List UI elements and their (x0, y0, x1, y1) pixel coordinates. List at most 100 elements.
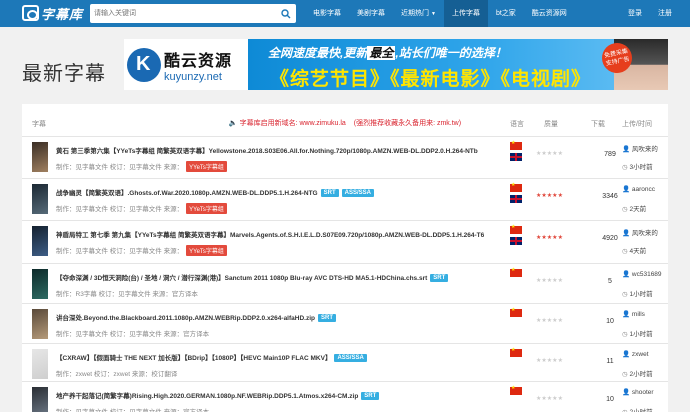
search-button[interactable] (276, 4, 296, 23)
language-flags (510, 307, 522, 320)
subtitle-title-link[interactable]: 【CXRAW】【假面骑士 THE NEXT 加长版】【BDrip】【1080P】… (56, 355, 331, 362)
subtitle-title-link[interactable]: 黄石 第三季第六集【YYeTs字幕组 简繁英双语字幕】Yellowstone.2… (56, 148, 478, 155)
language-flags (510, 347, 522, 360)
quality-rating: ★★★★★ (536, 317, 563, 324)
download-count: 5 (608, 278, 612, 285)
group-tag[interactable]: YYeTs字幕组 (186, 245, 227, 256)
subtitle-title-link[interactable]: 地产养干起落记(简繁字幕)Rising.High.2020.GERMAN.108… (56, 393, 358, 400)
nav-bt-home[interactable]: bt之家 (488, 0, 524, 27)
nav-upload[interactable]: 上传字幕 (443, 0, 488, 27)
subtitle-meta: 制作：zxwet 校订：zxwet 来源：校订翻译 (56, 371, 178, 378)
uploader-link[interactable]: zxwet (632, 351, 649, 358)
ad-banner[interactable]: 酷云资源 kuyunzy.net 全网速度最快,更新最全,站长们唯一的选择！ 《… (124, 39, 668, 90)
subtitle-title-link[interactable]: 神盾局特工 第七季 第九集【YYeTs字幕组 简繁英双语字幕】Marvels.A… (56, 232, 484, 239)
quality-rating: ★★★★★ (536, 357, 563, 364)
table-row[interactable]: 神盾局特工 第七季 第九集【YYeTs字幕组 简繁英双语字幕】Marvels.A… (22, 220, 668, 261)
poster-thumbnail[interactable] (32, 226, 48, 256)
format-tag[interactable]: SRT (430, 274, 449, 282)
clock-icon: ◷ (622, 331, 628, 338)
table-row[interactable]: 【夺命深渊 / 3D恒天洞险(台) / 圣地 / 洞穴 / 潜行深渊(港)】Sa… (22, 263, 668, 304)
logo-text: 字幕库 (41, 6, 84, 22)
quality-rating: ★★★★★ (536, 234, 563, 241)
format-tag[interactable]: ASS/SSA (334, 354, 367, 362)
col-header-downloads: 下载 (591, 121, 605, 128)
search-box (90, 4, 296, 23)
star-icon: ★ (557, 151, 563, 157)
flag-uk-icon (510, 195, 522, 203)
speaker-icon: 🔈 (228, 120, 238, 127)
poster-thumbnail[interactable] (32, 142, 48, 172)
format-tag[interactable]: SRT (320, 189, 339, 197)
banner-headline: 全网速度最快,更新 最全 ,站长们唯一的选择！ (268, 46, 507, 60)
table-row[interactable]: 【CXRAW】【假面骑士 THE NEXT 加长版】【BDrip】【1080P】… (22, 343, 668, 384)
flag-cn-icon (510, 347, 522, 357)
nav-movie-subs[interactable]: 电影字幕 (305, 0, 349, 27)
page-title: 最新字幕 (22, 63, 106, 85)
register-link[interactable]: 注册 (658, 0, 672, 27)
subtitle-title-link[interactable]: 讲台深处.Beyond.the.Blackboard.2011.1080p.AM… (56, 315, 315, 322)
group-tag[interactable]: YYeTs字幕组 (186, 161, 227, 172)
star-icon: ★ (557, 235, 563, 241)
download-count: 10 (606, 396, 614, 403)
clock-icon: ◷ (622, 206, 628, 213)
site-logo[interactable]: 字幕库 (22, 4, 83, 22)
subtitle-meta: 制作：见字幕文件 校订：见字幕文件 来源： YYeTs字幕组 (56, 161, 227, 172)
quality-rating: ★★★★★ (536, 395, 563, 402)
uploader-link[interactable]: 风吹来的 (632, 146, 658, 153)
search-icon (281, 8, 291, 18)
table-row[interactable]: 讲台深处.Beyond.the.Blackboard.2011.1080p.AM… (22, 303, 668, 344)
poster-thumbnail[interactable] (32, 309, 48, 339)
flag-cn-icon (510, 182, 522, 192)
clock-icon: ◷ (622, 371, 628, 378)
star-icon: ★ (557, 396, 563, 402)
table-row[interactable]: 黄石 第三季第六集【YYeTs字幕组 简繁英双语字幕】Yellowstone.2… (22, 136, 668, 177)
account-links: 登录 注册 (612, 0, 672, 27)
upload-time: 1小时前 (629, 291, 653, 298)
subtitle-meta: 制作：R3字幕 校订：见字幕文件 来源：官方译本 (56, 291, 198, 298)
login-link[interactable]: 登录 (628, 0, 642, 27)
search-input[interactable] (94, 6, 270, 21)
nav-us-tv-subs[interactable]: 美剧字幕 (349, 0, 393, 27)
subtitle-title-link[interactable]: 【夺命深渊 / 3D恒天洞险(台) / 圣地 / 洞穴 / 潜行深渊(港)】Sa… (56, 275, 427, 282)
user-icon: 👤 (622, 146, 631, 153)
poster-thumbnail[interactable] (32, 349, 48, 379)
poster-thumbnail[interactable] (32, 387, 48, 412)
subtitle-title-link[interactable]: 战争幽灵【简繁英双语】.Ghosts.of.War.2020.1080p.AMZ… (56, 190, 318, 197)
poster-thumbnail[interactable] (32, 184, 48, 214)
banner-subline: 《综艺节目》《最新电影》《电视剧》 (270, 69, 592, 90)
download-count: 11 (606, 358, 614, 365)
format-tag[interactable]: ASS/SSA (341, 189, 374, 197)
main-nav: 电影字幕 美剧字幕 近期热门 ▼ 上传字幕 bt之家 酷云资源网 (305, 0, 575, 27)
star-icon: ★ (557, 193, 563, 199)
uploader-link[interactable]: 风吹来的 (632, 230, 658, 237)
format-tag[interactable]: SRT (361, 392, 380, 400)
poster-thumbnail[interactable] (32, 269, 48, 299)
uploader-link[interactable]: shooter (632, 389, 654, 396)
subtitle-meta: 制作：见字幕文件 校订：见字幕文件 来源： YYeTs字幕组 (56, 203, 227, 214)
chevron-down-icon: ▼ (431, 11, 436, 17)
quality-rating: ★★★★★ (536, 150, 563, 157)
uploader-link[interactable]: wc531689 (632, 271, 662, 278)
upload-time: 1小时前 (629, 331, 653, 338)
table-row[interactable]: 地产养干起落记(简繁字幕)Rising.High.2020.GERMAN.108… (22, 381, 668, 412)
nav-trending[interactable]: 近期热门 ▼ (393, 0, 444, 27)
subtitle-meta: 制作：见字幕文件 校订：见字幕文件 来源： YYeTs字幕组 (56, 245, 227, 256)
subtitle-meta: 制作：见字幕文件 校订：见字幕文件 来源：官方译本 (56, 406, 209, 412)
banner-brand-cn: 酷云资源 (164, 52, 233, 70)
flag-uk-icon (510, 237, 522, 245)
banner-brand: 酷云资源 kuyunzy.net (124, 39, 248, 90)
uploader-link[interactable]: mills (632, 311, 645, 318)
user-icon: 👤 (622, 186, 631, 193)
user-icon: 👤 (622, 230, 631, 237)
logo-icon (22, 5, 39, 21)
group-tag[interactable]: YYeTs字幕组 (186, 203, 227, 214)
table-row[interactable]: 战争幽灵【简繁英双语】.Ghosts.of.War.2020.1080p.AMZ… (22, 178, 668, 219)
clock-icon: ◷ (622, 164, 628, 171)
format-tag[interactable]: SRT (317, 314, 336, 322)
uploader-link[interactable]: aaroncc (632, 186, 655, 193)
user-icon: 👤 (622, 351, 631, 358)
download-count: 3346 (602, 193, 618, 200)
star-icon: ★ (557, 358, 563, 364)
nav-kuyun[interactable]: 酷云资源网 (524, 0, 575, 27)
user-icon: 👤 (622, 389, 631, 396)
